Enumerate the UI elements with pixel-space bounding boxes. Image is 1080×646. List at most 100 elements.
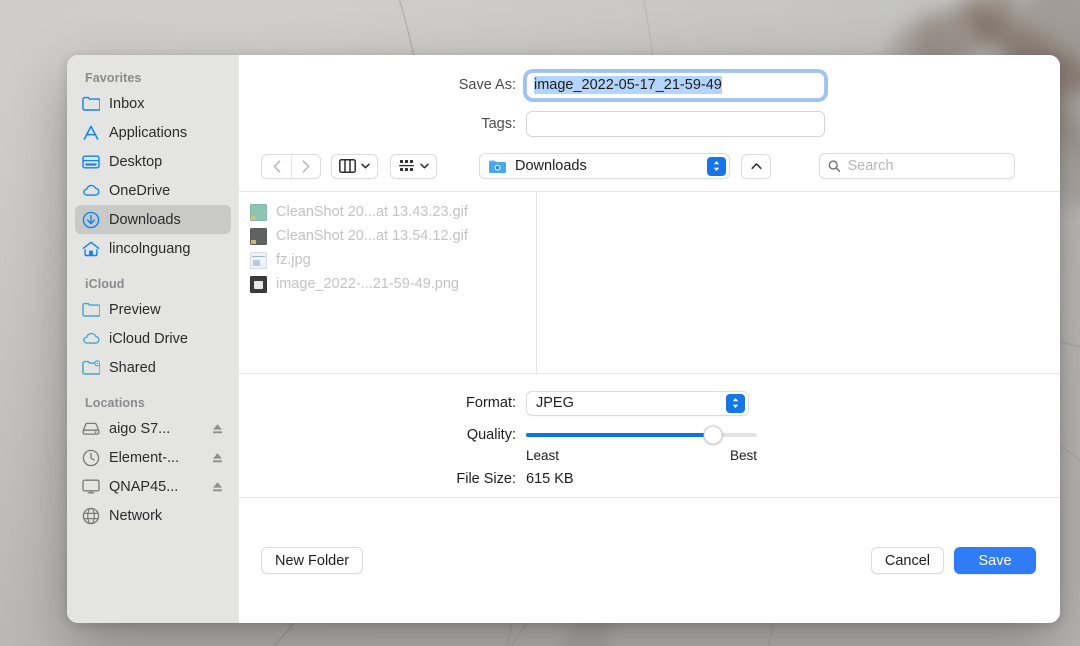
sidebar-item-label: lincolnguang <box>109 241 224 257</box>
file-name: image_2022-...21-59-49.png <box>276 276 459 292</box>
sidebar-item-shared[interactable]: Shared <box>75 353 231 382</box>
sidebar-item-applications[interactable]: Applications <box>75 118 231 147</box>
sidebar-group-title: iCloud <box>67 277 239 295</box>
slider-thumb[interactable] <box>704 426 723 445</box>
time-machine-icon <box>82 449 100 467</box>
desktop-icon <box>82 153 100 171</box>
quality-row: Quality: <box>239 424 1060 446</box>
enclosing-folder-button[interactable] <box>741 154 771 179</box>
eject-icon <box>212 423 223 435</box>
chevron-down-icon <box>420 163 429 169</box>
dialog-footer: New Folder Cancel Save <box>239 498 1060 623</box>
sidebar-item-onedrive[interactable]: OneDrive <box>75 176 231 205</box>
column-view-icon <box>339 159 356 173</box>
sidebar-item-label: iCloud Drive <box>109 331 224 347</box>
file-list-item[interactable]: fz.jpg <box>239 248 536 272</box>
chevron-up-icon <box>751 162 762 170</box>
preview-column <box>537 192 1060 373</box>
navigation-segmented-control <box>261 154 321 179</box>
sidebar-item-label: Applications <box>109 125 224 141</box>
search-icon <box>828 159 840 173</box>
sidebar-item-inbox[interactable]: Inbox <box>75 89 231 118</box>
folder-icon <box>82 302 100 317</box>
save-as-input[interactable]: image_2022-05-17_21-59-49 <box>526 72 825 99</box>
sidebar-item-downloads[interactable]: Downloads <box>75 205 231 234</box>
sidebar-item-desktop[interactable]: Desktop <box>75 147 231 176</box>
quality-label: Quality: <box>239 427 526 443</box>
quality-least-label: Least <box>526 448 559 463</box>
save-as-value: image_2022-05-17_21-59-49 <box>534 76 722 94</box>
display-icon <box>82 479 100 494</box>
display-icon <box>82 478 100 496</box>
sidebar-item-label: Inbox <box>109 96 224 112</box>
cloud-icon <box>82 330 100 348</box>
current-folder-popup[interactable]: Downloads <box>479 153 730 179</box>
eject-button[interactable] <box>210 452 224 464</box>
format-row: Format: JPEG <box>239 388 1060 418</box>
view-mode-button[interactable] <box>331 154 378 179</box>
eject-button[interactable] <box>210 423 224 435</box>
export-options: Format: JPEG Quality: <box>239 374 1060 497</box>
tags-label: Tags: <box>239 116 526 132</box>
save-button[interactable]: Save <box>954 547 1036 574</box>
downloads-icon <box>82 211 100 229</box>
back-button[interactable] <box>262 155 291 178</box>
file-size-label: File Size: <box>239 471 526 487</box>
sidebar-item-label: Preview <box>109 302 224 318</box>
sidebar-item-lincolnguang[interactable]: lincolnguang <box>75 234 231 263</box>
format-select[interactable]: JPEG <box>526 391 749 416</box>
file-size-row: File Size: 615 KB <box>239 471 1060 487</box>
sidebar-item-aigo-s7[interactable]: aigo S7... <box>75 414 231 443</box>
folder-icon <box>82 95 100 113</box>
sidebar-group-title: Locations <box>67 396 239 414</box>
external-disk-icon <box>82 420 100 438</box>
shared-folder-icon <box>82 360 100 375</box>
search-field[interactable] <box>819 153 1015 179</box>
chevron-right-icon <box>302 160 310 173</box>
cancel-button[interactable]: Cancel <box>871 547 944 574</box>
png-thumbnail-dark <box>250 276 267 293</box>
search-input[interactable] <box>847 158 1006 174</box>
desktop-background: FavoritesInboxApplicationsDesktopOneDriv… <box>0 0 1080 646</box>
gif-thumbnail-teal <box>250 204 267 221</box>
group-items-icon <box>398 159 415 173</box>
downloads-icon <box>82 211 100 229</box>
jpg-thumbnail-light <box>250 252 267 269</box>
tags-row: Tags: <box>239 108 1060 140</box>
cloud-icon <box>82 332 100 345</box>
file-list-item[interactable]: image_2022-...21-59-49.png <box>239 272 536 296</box>
slider-fill <box>526 433 713 437</box>
tags-input[interactable] <box>526 111 825 137</box>
sidebar-item-element[interactable]: Element-... <box>75 443 231 472</box>
home-icon <box>82 241 100 257</box>
save-file-dialog: FavoritesInboxApplicationsDesktopOneDriv… <box>67 55 1060 623</box>
sidebar-item-label: Downloads <box>109 212 224 228</box>
sidebar-item-preview[interactable]: Preview <box>75 295 231 324</box>
sidebar-item-qnap45[interactable]: QNAP45... <box>75 472 231 501</box>
quality-scale-labels: Least Best <box>526 448 757 463</box>
file-column[interactable]: CleanShot 20...at 13.43.23.gifCleanShot … <box>239 192 537 373</box>
chevron-down-icon <box>361 163 370 169</box>
chevron-left-icon <box>273 160 281 173</box>
group-items-button[interactable] <box>390 154 437 179</box>
gif-thumbnail-dark <box>250 228 267 245</box>
eject-button[interactable] <box>210 481 224 493</box>
folder-stepper-icon[interactable] <box>707 157 726 176</box>
sidebar-item-label: aigo S7... <box>109 421 201 437</box>
browser-toolbar: Downloads <box>239 150 1060 191</box>
sidebar-item-label: Desktop <box>109 154 224 170</box>
format-stepper-icon[interactable] <box>726 394 745 413</box>
quality-best-label: Best <box>730 448 757 463</box>
sidebar-item-label: OneDrive <box>109 183 224 199</box>
sidebar-item-network[interactable]: Network <box>75 501 231 530</box>
save-as-row: Save As: image_2022-05-17_21-59-49 <box>239 69 1060 101</box>
quality-slider[interactable] <box>526 424 757 446</box>
forward-button[interactable] <box>291 155 320 178</box>
file-list-item[interactable]: CleanShot 20...at 13.43.23.gif <box>239 200 536 224</box>
sidebar-item-icloud-drive[interactable]: iCloud Drive <box>75 324 231 353</box>
file-list-item[interactable]: CleanShot 20...at 13.54.12.gif <box>239 224 536 248</box>
cloud-icon <box>82 182 100 200</box>
home-icon <box>82 240 100 258</box>
external-disk-icon <box>82 422 100 435</box>
new-folder-button[interactable]: New Folder <box>261 547 363 574</box>
